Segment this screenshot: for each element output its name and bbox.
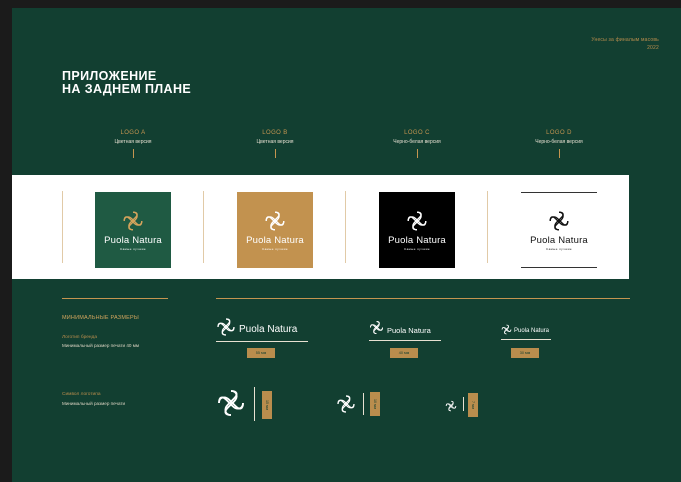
knot-logo-icon [369,320,384,340]
size-underline [501,339,551,340]
column-subtitle: Цветная версия [114,139,152,145]
divider [487,191,488,263]
size-vline [363,393,364,415]
knot-logo-icon [445,399,457,417]
min-symbol-small [445,399,457,417]
min-logo-large: Puola Natura [216,317,297,342]
logo-wordmark: Puola Natura [246,234,304,246]
logo-tagline: Самые лучшие [546,246,572,251]
column-subtitle: Черно-белая версия [393,139,441,145]
symbol-size-label: Символ логотипа [62,392,101,397]
column-tick [558,149,560,158]
symbol-size-description: Минимальный размер печати [62,401,126,406]
min-sizes-heading: МИНИМАЛЬНЫЕ РАЗМЕРЫ [62,315,139,321]
logo-wordmark: Puola Natura [239,324,298,335]
size-badge: 40 мм [390,348,418,358]
column-name: LOGO C [404,130,430,136]
size-underline [369,340,441,341]
knot-logo-icon [122,210,144,232]
size-vline [254,387,255,421]
column-header-b: LOGO B Цветная версия [210,130,340,158]
size-vline [463,397,464,411]
page-title-line2: НА ЗАДНЕМ ПЛАНЕ [62,82,192,96]
min-logo-small: Puola Natura [501,322,549,340]
corner-note-line2: 2022 [647,45,659,51]
logo-tile-c: Puola Natura Самые лучшие [379,192,455,268]
size-badge: 30 мм [511,348,539,358]
knot-logo-icon [501,322,512,340]
section-rule-left [62,298,168,299]
column-header-d: LOGO D Черно-белая версия [494,130,624,158]
column-tick [132,149,134,158]
logo-variants-band: Puola Natura Самые лучшие Puola Natura С… [12,175,629,279]
logo-wordmark: Puola Natura [514,328,550,334]
divider [345,191,346,263]
size-badge: 7 мм [468,393,478,417]
knot-logo-icon [216,388,246,423]
column-tick [416,149,418,158]
size-underline [216,341,308,342]
logo-tile-d: Puola Natura Самые лучшие [521,192,597,268]
knot-logo-icon [336,394,356,419]
logo-size-label: Логотип бренда [62,335,98,340]
divider [203,191,204,263]
presentation-slide: Унесы за финалым масовь 2022 ПРИЛОЖЕНИЕ … [12,8,681,482]
knot-logo-icon [548,210,570,232]
logo-wordmark: Puola Natura [388,234,446,246]
column-header-a: LOGO A Цветная версия [68,130,198,158]
size-badge: 55 мм [247,348,275,358]
section-rule-right [216,298,630,299]
logo-wordmark: Puola Natura [104,234,162,246]
min-symbol-large [216,388,246,423]
column-header-c: LOGO C Черно-белая версия [352,130,482,158]
size-badge: 15 мм [262,391,272,419]
logo-wordmark: Puola Natura [387,325,431,335]
logo-tagline: Самые лучшие [120,246,146,251]
logo-wordmark: Puola Natura [530,234,588,246]
column-subtitle: Цветная версия [256,139,294,145]
size-badge: 10 мм [370,392,380,416]
column-subtitle: Черно-белая версия [535,139,583,145]
column-name: LOGO A [120,130,146,136]
min-symbol-medium [336,394,356,419]
knot-logo-icon [264,210,286,232]
divider [62,191,63,263]
logo-tile-a: Puola Natura Самые лучшие [95,192,171,268]
logo-tile-b: Puola Natura Самые лучшие [237,192,313,268]
column-name: LOGO D [546,130,572,136]
min-logo-medium: Puola Natura [369,320,431,340]
column-tick [274,149,276,158]
logo-tagline: Самые лучшие [404,246,430,251]
column-name: LOGO B [262,130,288,136]
corner-note: Унесы за финалым масовь 2022 [591,36,659,52]
knot-logo-icon [216,317,236,342]
logo-tagline: Самые лучшие [262,246,288,251]
logo-size-description: Минимальный размер печати 40 мм [62,343,140,348]
page-title: ПРИЛОЖЕНИЕ НА ЗАДНЕМ ПЛАНЕ [62,70,191,96]
corner-note-line1: Унесы за финалым масовь [591,37,659,43]
knot-logo-icon [406,210,428,232]
